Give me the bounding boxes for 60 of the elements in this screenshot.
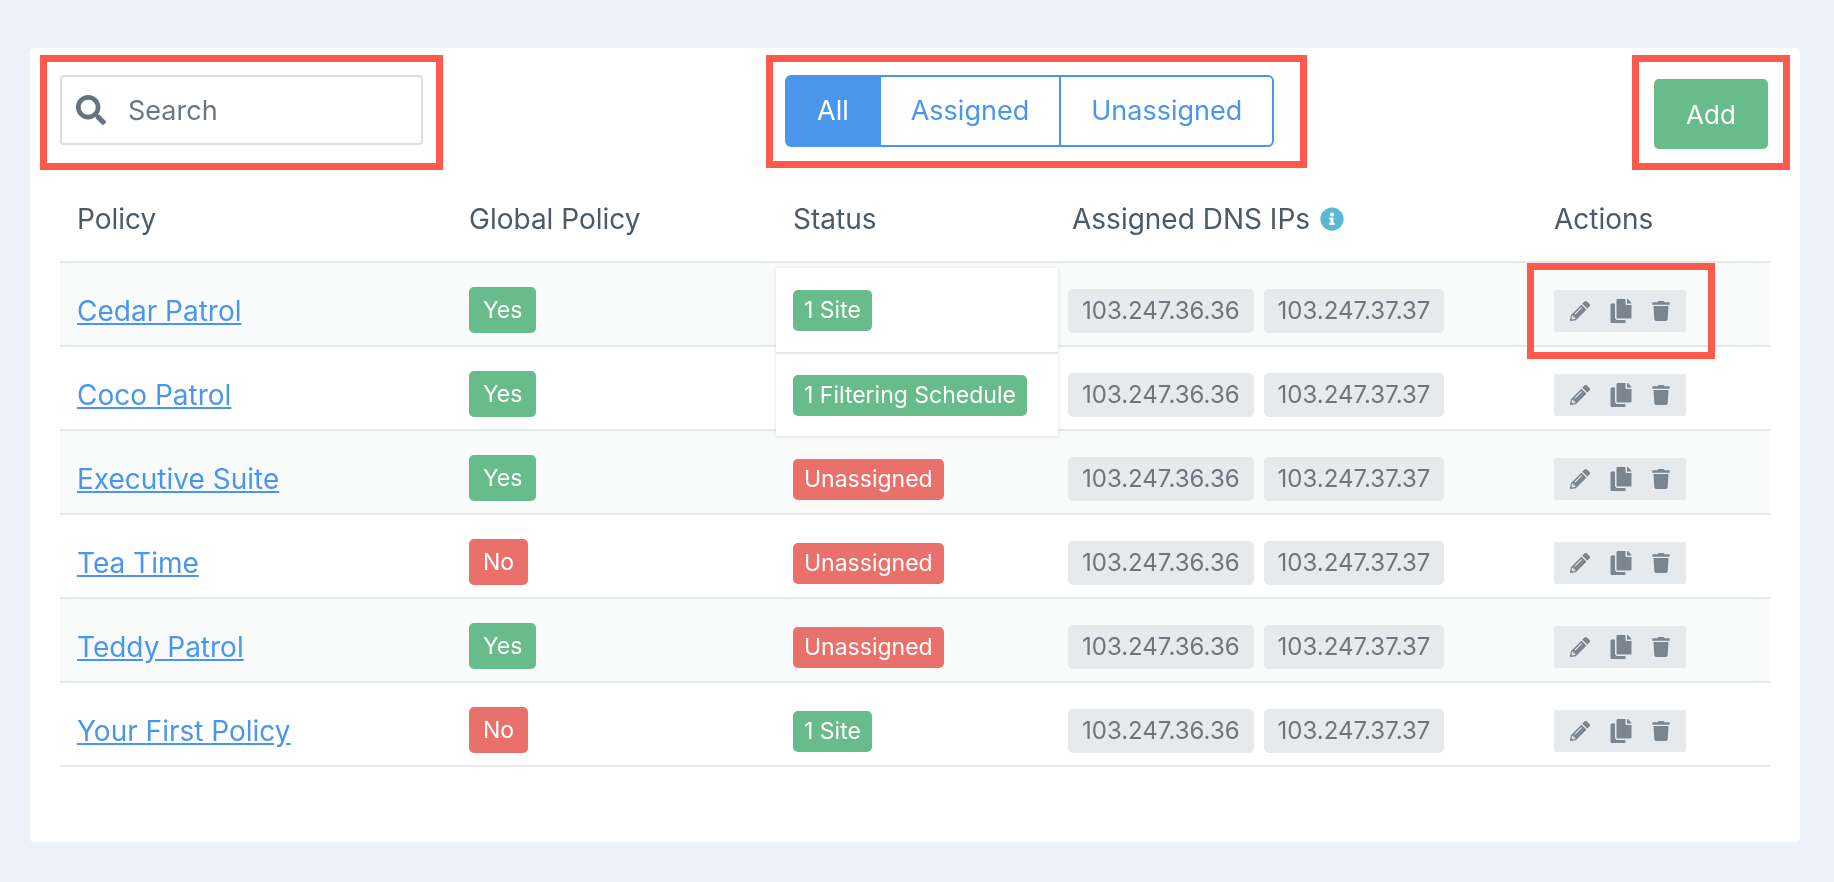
global-policy-badge: No — [469, 706, 529, 753]
copy-icon[interactable] — [1610, 467, 1632, 491]
policy-link[interactable]: Teddy Patrol — [77, 630, 244, 664]
delete-icon[interactable] — [1652, 469, 1670, 489]
ip-address-tag: 103.247.37.37 — [1263, 373, 1445, 417]
edit-icon[interactable] — [1570, 637, 1590, 657]
column-header: Global Policy — [469, 200, 641, 238]
delete-icon[interactable] — [1652, 301, 1670, 321]
delete-icon[interactable] — [1652, 637, 1670, 657]
ip-address-tag: 103.247.36.36 — [1068, 625, 1254, 669]
policy-link[interactable]: Coco Patrol — [77, 378, 232, 412]
status-badge: Unassigned — [793, 626, 944, 668]
policy-link[interactable]: Cedar Patrol — [77, 294, 242, 328]
column-header: Status — [793, 200, 877, 238]
column-header: Assigned DNS IPs — [1072, 200, 1311, 238]
copy-icon[interactable] — [1610, 719, 1632, 743]
ip-address-tag: 103.247.37.37 — [1263, 457, 1445, 501]
delete-icon[interactable] — [1652, 553, 1670, 573]
filter-tab[interactable]: Assigned — [878, 75, 1062, 147]
column-header: Policy — [77, 200, 157, 238]
ip-address-tag: 103.247.36.36 — [1068, 709, 1254, 753]
ip-address-tag: 103.247.36.36 — [1068, 289, 1254, 333]
policy-link[interactable]: Executive Suite — [77, 462, 280, 496]
search-field[interactable]: Search — [60, 75, 423, 145]
status-badge: Unassigned — [793, 458, 944, 500]
copy-icon[interactable] — [1610, 635, 1632, 659]
global-policy-badge: Yes — [469, 286, 537, 333]
ip-address-tag: 103.247.37.37 — [1263, 289, 1445, 333]
info-icon — [1320, 206, 1345, 231]
ip-address-tag: 103.247.37.37 — [1263, 625, 1445, 669]
edit-icon[interactable] — [1570, 721, 1590, 741]
search-icon — [76, 95, 106, 125]
status-badge: 1 Site — [793, 710, 872, 752]
global-policy-badge: Yes — [469, 454, 537, 501]
ip-address-tag: 103.247.36.36 — [1068, 541, 1254, 585]
edit-icon[interactable] — [1570, 301, 1590, 321]
ip-address-tag: 103.247.36.36 — [1068, 457, 1254, 501]
global-policy-badge: Yes — [469, 370, 537, 417]
edit-icon[interactable] — [1570, 469, 1590, 489]
ip-address-tag: 103.247.37.37 — [1263, 541, 1445, 585]
delete-icon[interactable] — [1652, 385, 1670, 405]
copy-icon[interactable] — [1610, 383, 1632, 407]
copy-icon[interactable] — [1610, 551, 1632, 575]
global-policy-badge: No — [469, 538, 529, 585]
status-badge: 1 Filtering Schedule — [793, 374, 1027, 416]
copy-icon[interactable] — [1610, 299, 1632, 323]
ip-address-tag: 103.247.36.36 — [1068, 373, 1254, 417]
status-badge: Unassigned — [793, 542, 944, 584]
column-header: Actions — [1554, 200, 1654, 238]
status-badge: 1 Site — [793, 289, 872, 331]
ip-address-tag: 103.247.37.37 — [1263, 709, 1445, 753]
edit-icon[interactable] — [1570, 553, 1590, 573]
delete-icon[interactable] — [1652, 721, 1670, 741]
policy-link[interactable]: Your First Policy — [77, 714, 291, 748]
policy-link[interactable]: Tea Time — [77, 546, 199, 580]
global-policy-badge: Yes — [469, 622, 537, 669]
filter-tab[interactable]: Unassigned — [1059, 75, 1275, 147]
add-button[interactable]: Add — [1654, 79, 1768, 149]
edit-icon[interactable] — [1570, 385, 1590, 405]
filter-tab[interactable]: All — [785, 75, 881, 147]
